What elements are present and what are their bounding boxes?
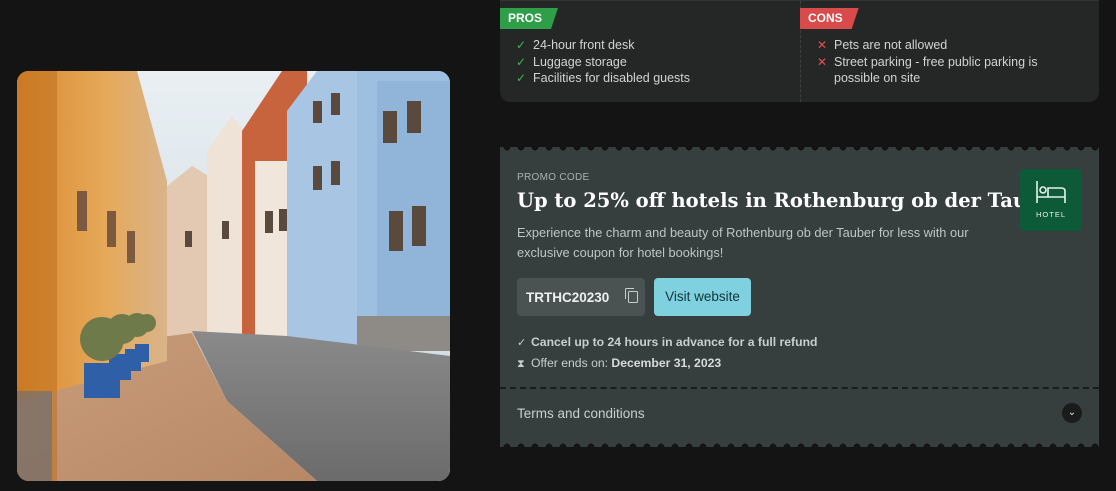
check-icon: ✓ [517,337,527,349]
pros-item-label: Luggage storage [533,54,627,69]
cons-list: ✕ Pets are not allowed ✕ Street parking - … [817,37,1059,87]
cons-column: CONS ✕ Pets are not allowed ✕ Street parki… [800,1,1099,102]
bed-icon [1036,181,1066,203]
coupon-divider [500,387,1099,389]
cross-icon: ✕ [817,38,828,52]
cons-item-label: Street parking - free public parking is … [834,54,1038,86]
pros-item-label: Facilities for disabled guests [533,71,691,85]
pros-item: ✓ 24-hour front desk [516,37,790,54]
pros-item: ✓ Luggage storage [516,54,790,71]
promo-description: Experience the charm and beauty of Rothe… [517,225,969,260]
terms-and-conditions-toggle[interactable]: Terms and conditions [517,406,645,421]
cross-icon: ✕ [817,54,828,69]
hotel-logo: HOTEL [1020,169,1082,231]
cons-item: ✕ Pets are not allowed [817,37,1059,54]
cons-badge: CONS [800,8,859,29]
promo-label: PROMO CODE [517,172,590,183]
pros-item-label: 24-hour front desk [533,38,635,52]
cancel-policy-text: Cancel up to 24 hours in advance for a f… [531,335,818,349]
visit-website-button[interactable]: Visit website [654,278,751,316]
offer-end-prefix: Offer ends on: [531,356,609,370]
check-icon: ✓ [516,71,527,85]
offer-end-date: December 31, 2023 [611,356,722,370]
hourglass-icon: ⧗ [517,358,525,370]
promo-code-box[interactable]: TRTHC20230 [517,278,645,316]
check-icon: ✓ [516,38,527,52]
offer-end: ⧗ Offer ends on: December 31, 2023 [517,356,721,371]
copy-icon[interactable] [625,288,638,303]
cancel-policy: ✓ Cancel up to 24 hours in advance for a … [517,335,817,349]
promo-coupon-card: PROMO CODE Up to 25% off hotels in Rothe… [500,147,1099,447]
hotel-logo-text: HOTEL [1035,210,1066,219]
pros-badge: PROS [500,8,558,29]
promo-code: TRTHC20230 [526,290,610,305]
pros-cons-card: PROS ✓ 24-hour front desk ✓ Luggage storag… [500,0,1099,102]
pros-column: PROS ✓ 24-hour front desk ✓ Luggage storag… [500,1,801,102]
cons-item-label: Pets are not allowed [834,38,948,52]
promo-title: Up to 25% off hotels in Rothenburg ob de… [517,189,1064,212]
check-icon: ✓ [516,54,527,69]
chevron-down-icon[interactable]: ⌄ [1062,403,1082,423]
cons-item: ✕ Street parking - free public parking is… [817,54,1059,87]
pros-list: ✓ 24-hour front desk ✓ Luggage storage ✓ Fa… [516,37,790,87]
rothenburg-street-photo [17,71,450,481]
pros-item: ✓ Facilities for disabled guests [516,70,790,87]
